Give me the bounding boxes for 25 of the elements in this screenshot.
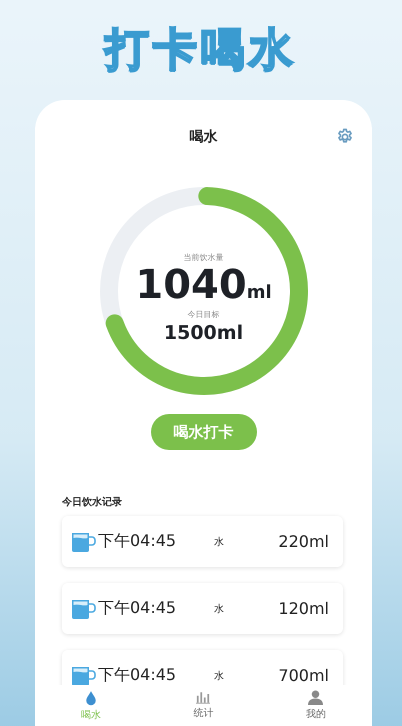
current-intake-label: 当前饮水量 bbox=[184, 252, 224, 263]
bar-chart-icon bbox=[196, 691, 210, 704]
water-drop-icon bbox=[85, 690, 98, 706]
cup-icon bbox=[71, 598, 97, 620]
record-time: 下午04:45 bbox=[98, 531, 178, 552]
record-amount: 220ml bbox=[278, 532, 329, 551]
record-time: 下午04:45 bbox=[98, 598, 178, 619]
record-amount: 120ml bbox=[278, 599, 329, 618]
record-amount: 700ml bbox=[278, 666, 329, 685]
cup-icon bbox=[71, 530, 97, 552]
cup-icon bbox=[71, 664, 97, 685]
headline: 打卡喝水 bbox=[105, 26, 297, 74]
current-intake-unit: ml bbox=[246, 282, 272, 303]
goal-value: 1500ml bbox=[164, 322, 244, 344]
tab[interactable]: 我的 bbox=[260, 685, 372, 726]
record-drink: 水 bbox=[214, 602, 224, 616]
record-drink: 水 bbox=[214, 670, 224, 682]
person-icon bbox=[308, 690, 324, 705]
goal-label: 今日目标 bbox=[188, 309, 220, 320]
record-drink: 水 bbox=[214, 536, 224, 548]
records-title: 今日饮水记录 bbox=[62, 496, 122, 510]
current-intake-value: 1040 bbox=[135, 265, 247, 305]
screen-title: 喝水 bbox=[190, 128, 218, 146]
record-time: 下午04:45 bbox=[98, 665, 178, 685]
tab[interactable]: 统计 bbox=[147, 685, 260, 726]
